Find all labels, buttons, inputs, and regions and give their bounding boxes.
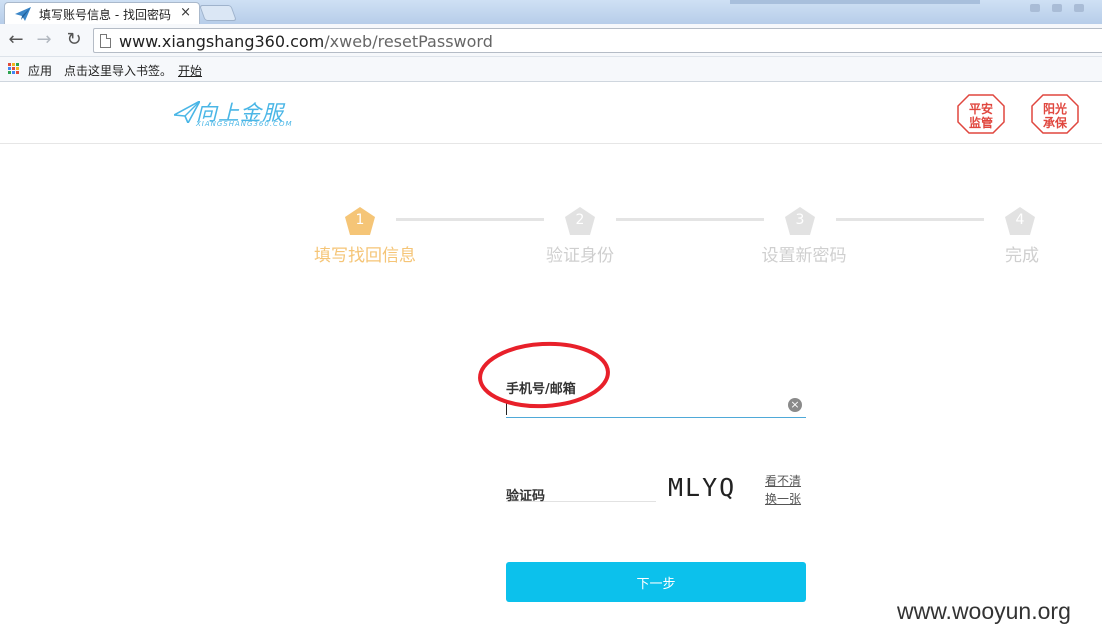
forward-arrow-icon[interactable]: → — [34, 30, 54, 50]
logo-subtext: XIANGSHANG360.COM — [196, 120, 293, 128]
apps-grid-dot — [12, 67, 15, 70]
address-bar[interactable]: www.xiangshang360.com/xweb/resetPassword — [93, 28, 1102, 53]
clear-input-icon[interactable]: × — [788, 398, 802, 412]
captcha-image[interactable]: MLYQ — [668, 470, 756, 506]
paper-plane-icon — [15, 7, 31, 21]
browser-toolbar: ← → ↻ www.xiangshang360.com/xweb/resetPa… — [0, 24, 1102, 57]
apps-grid-dot — [12, 63, 15, 66]
bookmarks-bar: 应用 点击这里导入书签。 开始 — [0, 57, 1102, 82]
tab-close-icon[interactable]: × — [180, 5, 191, 20]
badge-line: 平安 — [968, 102, 993, 116]
url-text[interactable]: www.xiangshang360.com/xweb/resetPassword — [119, 32, 493, 51]
badge-line: 阳光 — [1042, 102, 1067, 116]
window-control-icon[interactable] — [1074, 4, 1084, 12]
step-2-icon: 2 — [564, 206, 596, 236]
reload-icon[interactable]: ↻ — [64, 30, 84, 50]
step-3-label: 设置新密码 — [761, 246, 847, 266]
window-controls — [1030, 4, 1090, 14]
apps-grid-dot — [8, 67, 11, 70]
tab-title: 填写账号信息 - 找回密码 — [39, 8, 171, 22]
captcha-unclear-link[interactable]: 看不清 — [765, 472, 801, 489]
window-control-icon[interactable] — [1030, 4, 1040, 12]
bookmark-apps[interactable]: 应用 — [28, 62, 52, 79]
watermark-text: www.wooyun.org — [897, 598, 1071, 624]
captcha-refresh-link[interactable]: 换一张 — [765, 490, 801, 507]
apps-grid-dot — [16, 67, 19, 70]
back-arrow-icon[interactable]: ← — [6, 30, 26, 50]
browser-tab[interactable]: 填写账号信息 - 找回密码 × — [4, 2, 200, 24]
next-step-button[interactable]: 下一步 — [506, 562, 806, 602]
new-tab-button[interactable] — [199, 5, 237, 21]
step-connector — [616, 218, 764, 221]
step-2-label: 验证身份 — [546, 246, 614, 266]
titlebar-fade — [730, 0, 980, 4]
bookmark-start[interactable]: 开始 — [178, 62, 202, 79]
badge-insured[interactable]: 阳光 承保 — [1031, 94, 1079, 134]
step-3-icon: 3 — [784, 206, 816, 236]
window-control-icon[interactable] — [1052, 4, 1062, 12]
apps-grid-dot — [8, 71, 11, 74]
badge-line: 监管 — [968, 116, 993, 130]
apps-grid-dot — [8, 63, 11, 66]
browser-tab-bar: 填写账号信息 - 找回密码 × — [0, 0, 1102, 24]
step-1-icon: 1 — [344, 206, 376, 236]
badge-regulated[interactable]: 平安 监管 — [957, 94, 1005, 134]
step-4-icon: 4 — [1004, 206, 1036, 236]
step-connector — [396, 218, 544, 221]
step-1-label: 填写找回信息 — [314, 246, 416, 266]
apps-grid-dot — [16, 71, 19, 74]
red-highlight-ellipse — [478, 341, 610, 409]
verification-code-label: 验证码 — [506, 489, 546, 504]
step-connector — [836, 218, 984, 221]
apps-grid-dot — [12, 71, 15, 74]
apps-grid-dot — [16, 63, 19, 66]
site-header: 向上金服 XIANGSHANG360.COM 平安 监管 阳光 承保 — [0, 82, 1102, 144]
badge-line: 承保 — [1042, 116, 1067, 130]
apps-grid-icon[interactable] — [8, 63, 20, 75]
page-icon — [100, 34, 111, 48]
step-4-label: 完成 — [1005, 246, 1039, 266]
site-logo[interactable]: 向上金服 XIANGSHANG360.COM — [174, 97, 294, 129]
bookmark-import-hint[interactable]: 点击这里导入书签。 — [64, 62, 172, 79]
